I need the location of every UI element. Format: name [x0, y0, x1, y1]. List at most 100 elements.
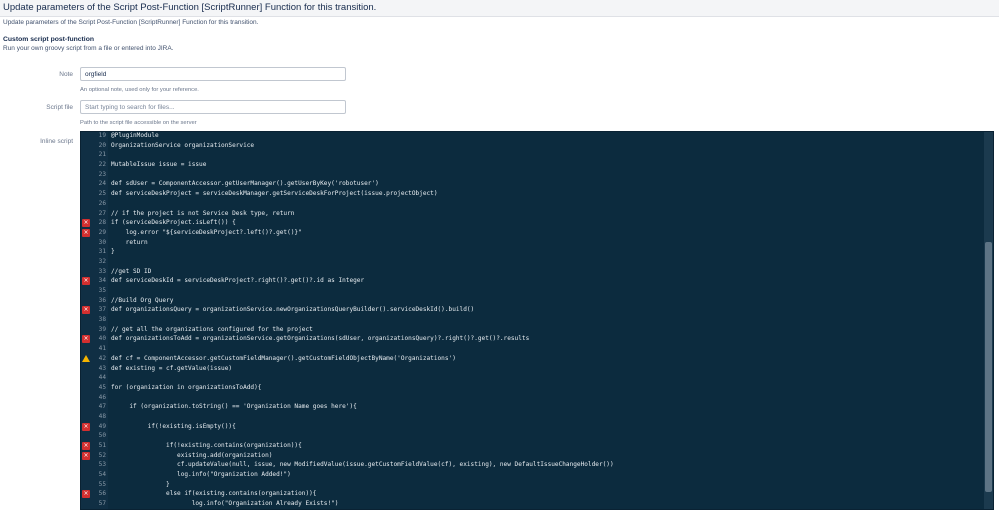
code-text: def organizationsQuery = organizationSer… [111, 306, 475, 314]
inline-script-editor[interactable]: 19 @PluginModule 20 OrganizationService org… [80, 131, 994, 510]
code-line[interactable]: 55 } [81, 480, 986, 490]
code-text: def serviceDeskProject = serviceDeskMana… [111, 190, 438, 198]
code-line[interactable]: 31} [81, 247, 986, 257]
code-line[interactable]: × 49 if(!existing.isEmpty()){ [81, 422, 986, 432]
code-text: OrganizationService organizationService [111, 141, 255, 149]
code-line[interactable]: 20 OrganizationService organizationServic… [81, 141, 986, 151]
code-line[interactable]: 32 [81, 257, 986, 267]
inline-script-label: Inline script [40, 138, 73, 145]
code-line[interactable]: 38 [81, 315, 986, 325]
code-text: existing.add(organization) [111, 451, 273, 459]
code-line[interactable]: 48 [81, 412, 986, 422]
code-line[interactable]: 19 @PluginModule [81, 132, 986, 141]
code-text: if(!existing.isEmpty()){ [111, 422, 236, 430]
code-line[interactable]: 21 [81, 150, 986, 160]
line-number: 57 [98, 500, 106, 508]
error-marker-icon[interactable]: × [82, 306, 90, 315]
code-line[interactable]: 47 if (organization.toString() == 'Organ… [81, 402, 986, 412]
code-line[interactable]: 35 [81, 286, 986, 296]
code-line[interactable]: × 51 if(!existing.contains(organization))… [81, 441, 986, 451]
line-number: 40 [98, 335, 106, 343]
editor-scrollbar-thumb[interactable] [985, 242, 992, 492]
section-title: Custom script post-function [3, 36, 94, 43]
line-number: 56 [98, 490, 106, 498]
code-line[interactable]: 57 log.info("Organization Already Exists… [81, 499, 986, 509]
line-number: 34 [98, 277, 106, 285]
code-line[interactable]: 26 [81, 199, 986, 209]
code-line[interactable]: 23 [81, 170, 986, 180]
line-number: 26 [98, 199, 106, 207]
script-file-input[interactable] [80, 100, 346, 114]
code-line[interactable]: × 29 log.error "${serviceDeskProject?.lef… [81, 228, 986, 238]
code-line[interactable]: × 34 def serviceDeskId = serviceDeskProjec… [81, 276, 986, 286]
error-marker-icon[interactable]: × [82, 228, 90, 237]
code-text: return [111, 238, 148, 246]
code-line[interactable]: 24 def sdUser = ComponentAccessor.getUser… [81, 179, 986, 189]
warning-marker-icon[interactable] [82, 354, 90, 362]
line-number: 41 [98, 345, 106, 353]
code-text: log.info("Organization Already Exists!") [111, 500, 339, 508]
dialog-header: Update parameters of the Script Post-Fun… [0, 0, 999, 17]
code-line[interactable]: 50 [81, 431, 986, 441]
line-number: 23 [98, 170, 106, 178]
code-line[interactable]: 22 MutableIssue issue = issue [81, 160, 986, 170]
section-subtitle: Run your own groovy script from a file o… [3, 45, 174, 52]
code-text: if (serviceDeskProject.isLeft()) { [111, 219, 236, 227]
line-number: 35 [98, 287, 106, 294]
error-marker-icon[interactable]: × [82, 490, 90, 499]
line-number: 33 [98, 267, 106, 275]
line-number: 25 [98, 190, 106, 198]
line-number: 44 [98, 374, 106, 382]
script-file-label: Script file [46, 104, 73, 111]
code-text: MutableIssue issue = issue [111, 161, 207, 169]
error-marker-icon[interactable]: × [82, 442, 90, 450]
code-line[interactable]: 41 [81, 344, 986, 354]
code-line[interactable]: 46 [81, 393, 986, 403]
code-text: cf.updateValue(null, issue, new Modified… [111, 461, 614, 469]
code-line[interactable]: 42 def cf = ComponentAccessor.getCustomFi… [81, 354, 986, 364]
line-number: 47 [98, 403, 106, 411]
code-text: def existing = cf.getValue(issue) [111, 364, 233, 372]
line-number: 53 [98, 461, 106, 469]
line-number: 22 [98, 161, 106, 169]
error-marker-icon[interactable]: × [82, 219, 90, 228]
line-number: 42 [98, 354, 106, 362]
code-line[interactable]: 53 cf.updateValue(null, issue, new Modif… [81, 460, 986, 470]
code-line[interactable]: × 28 if (serviceDeskProject.isLeft()) { [81, 218, 986, 228]
error-marker-icon[interactable]: × [82, 422, 90, 431]
editor-scrollbar[interactable] [984, 132, 993, 509]
code-line[interactable]: × 40 def organizationsToAdd = organization… [81, 334, 986, 344]
error-marker-icon[interactable]: × [82, 451, 90, 460]
code-line[interactable]: 44 [81, 373, 986, 383]
line-number: 51 [98, 442, 106, 449]
code-line[interactable]: 54 log.info("Organization Added!") [81, 470, 986, 480]
code-line[interactable]: 33 //get SD ID [81, 267, 986, 277]
code-line[interactable]: 30 return [81, 238, 986, 248]
error-marker-icon[interactable]: × [82, 335, 90, 344]
line-number: 37 [98, 306, 106, 314]
code-line[interactable]: 43 def existing = cf.getValue(issue) [81, 364, 986, 374]
line-number: 29 [98, 228, 106, 236]
error-marker-icon[interactable]: × [82, 277, 90, 286]
code-line[interactable]: × 56 else if(existing.contains(organizati… [81, 489, 986, 499]
line-number: 32 [98, 257, 106, 265]
code-text: def organizationsToAdd = organizationSer… [111, 335, 530, 343]
code-line[interactable]: 39 // get all the organizations configure… [81, 325, 986, 335]
code-line[interactable]: × 52 existing.add(organization) [81, 451, 986, 461]
code-line[interactable]: 27 // if the project is not Service Desk … [81, 209, 986, 219]
line-number: 20 [98, 141, 106, 149]
code-text: } [111, 480, 170, 488]
code-line[interactable]: 25 def serviceDeskProject = serviceDeskMa… [81, 189, 986, 199]
code-text: def cf = ComponentAccessor.getCustomFiel… [111, 354, 456, 362]
note-input[interactable] [80, 67, 346, 81]
code-line[interactable]: 36 //Build Org Query [81, 296, 986, 306]
code-line[interactable]: × 37 def organizationsQuery = organization… [81, 305, 986, 315]
code-text: //get SD ID [111, 267, 152, 275]
line-number: 19 [98, 132, 106, 139]
line-number: 54 [98, 471, 106, 479]
code-text: } [111, 248, 115, 256]
line-number: 31 [98, 248, 106, 256]
line-number: 55 [98, 480, 106, 488]
code-line[interactable]: 45 for (organization in organizationsToAd… [81, 383, 986, 393]
code-lines: 19 @PluginModule 20 OrganizationService org… [81, 132, 986, 509]
